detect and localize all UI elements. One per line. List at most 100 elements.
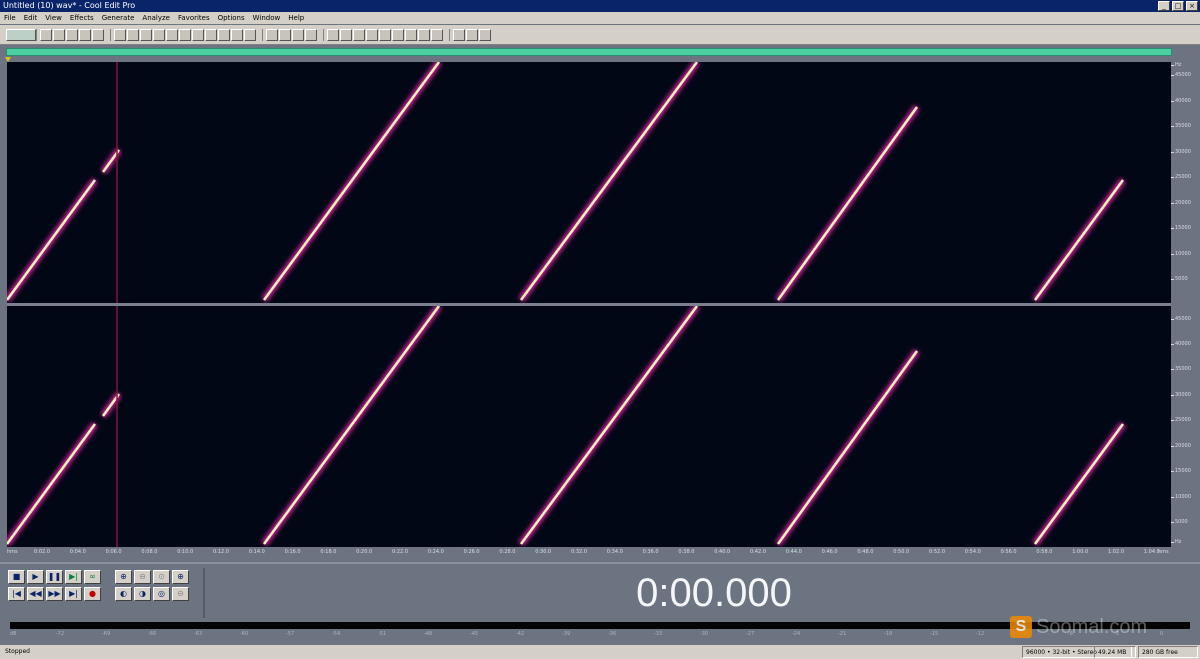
cut-icon[interactable] [179,28,191,41]
time-tick: 0:56.0 [1000,549,1017,555]
grid-view-icon[interactable] [292,28,304,41]
cd-track-icon[interactable] [431,28,443,41]
time-tick: 0:08.0 [141,549,158,555]
help-icon[interactable] [479,28,491,41]
play-to-end-button[interactable]: ▶| [65,570,82,584]
undo-icon[interactable] [114,28,126,41]
time-tick: 0:40.0 [714,549,731,555]
zoom-in-horizontal-button[interactable]: ⊕ [115,570,132,584]
time-tick: 0:04.0 [69,549,86,555]
level-tick: -69 [102,631,111,637]
scientific-filter-icon[interactable] [392,28,404,41]
sweep-line [7,179,97,301]
pause-button[interactable]: ❚❚ [46,570,63,584]
sweep-line [1033,423,1125,545]
menu-favorites[interactable]: Favorites [178,12,210,24]
play-list-icon[interactable] [353,28,365,41]
menu-edit[interactable]: Edit [24,12,38,24]
rewind-button[interactable]: ◀◀ [27,587,44,601]
level-tick: -72 [56,631,65,637]
mix-paste-icon[interactable] [218,28,230,41]
time-tick: 0:24.0 [427,549,444,555]
go-to-end-button[interactable]: ▶| [65,587,82,601]
cue-list-icon[interactable] [340,28,352,41]
sweep-line [776,106,919,301]
time-tick: 0:42.0 [750,549,766,555]
save-icon[interactable] [66,28,78,41]
new-file-icon[interactable] [40,28,52,41]
tools-icon[interactable] [466,28,478,41]
copy-icon[interactable] [153,28,165,41]
time-tick: 0:44.0 [785,549,802,555]
menu-generate[interactable]: Generate [102,12,135,24]
time-tick: 0:48.0 [857,549,874,555]
time-tick: 0:02.0 [34,549,50,555]
settings-icon[interactable] [418,28,430,41]
freq-tick: 5000 [1171,276,1188,282]
watermark: S Soomal.com [1010,614,1147,640]
zoom-full-button[interactable]: ⊙ [153,570,170,584]
overview-bar[interactable] [6,48,1172,56]
zoom-selection-button[interactable]: ◎ [153,587,170,601]
amplitude-statistics-icon[interactable] [379,28,391,41]
freq-tick: 30000 [1171,149,1191,155]
zoom-left-button[interactable]: ◐ [115,587,132,601]
level-tick: -48 [424,631,433,637]
play-button[interactable]: ▶ [27,570,44,584]
time-axis: hms hms 0:02.0 0:04.0 0:06.0 0:08.0 0:10.0 0:… [0,547,1200,557]
level-tick: dB [10,631,17,637]
copy-new-icon[interactable] [166,28,178,41]
waveform-view-icon[interactable] [266,28,278,41]
options-icon[interactable] [453,28,465,41]
spectral-view-icon[interactable] [279,28,291,41]
fast-forward-button[interactable]: ▶▶ [46,587,63,601]
freq-tick: 45000 [1171,72,1191,78]
menu-options[interactable]: Options [218,12,245,24]
multitrack-toggle-button[interactable] [6,28,36,41]
paste-new-icon[interactable] [205,28,217,41]
repeat-icon[interactable] [140,28,152,41]
open-file-icon[interactable] [53,28,65,41]
level-tick: -39 [562,631,571,637]
stop-button[interactable]: ■ [8,570,25,584]
trim-icon[interactable] [231,28,243,41]
delete-silence-icon[interactable] [244,28,256,41]
level-tick: -45 [470,631,479,637]
redo-icon[interactable] [127,28,139,41]
time-tick: 1:00.0 [1072,549,1089,555]
record-button[interactable]: ● [84,587,101,601]
frequency-analysis-icon[interactable] [366,28,378,41]
close-file-icon[interactable] [92,28,104,41]
spectrogram-view[interactable] [7,62,1171,547]
level-tick: -30 [700,631,709,637]
minimize-button[interactable]: _ [1158,1,1170,11]
menu-file[interactable]: File [4,12,16,24]
time-tick: 0:10.0 [177,549,194,555]
go-to-start-button[interactable]: |◀ [8,587,25,601]
menu-help[interactable]: Help [288,12,304,24]
sweep-line [519,62,699,301]
menu-analyze[interactable]: Analyze [142,12,170,24]
menu-window[interactable]: Window [253,12,281,24]
loop-button[interactable]: ∞ [84,570,101,584]
menu-view[interactable]: View [45,12,62,24]
menu-bar: File Edit View Effects Generate Analyze … [0,12,1200,24]
close-button[interactable]: × [1186,1,1198,11]
zoom-out-horizontal-button[interactable]: ⊖ [134,570,151,584]
zoom-right-button[interactable]: ◑ [134,587,151,601]
split-view-icon[interactable] [305,28,317,41]
zoom-out-vertical-button[interactable]: ⊖ [172,587,189,601]
marker-list-icon[interactable] [327,28,339,41]
info-icon[interactable] [405,28,417,41]
status-state: Stopped [5,648,30,655]
paste-icon[interactable] [192,28,204,41]
time-tick: 0:28.0 [499,549,516,555]
time-tick: 0:50.0 [893,549,910,555]
zoom-in-vertical-button[interactable]: ⊕ [172,570,189,584]
maximize-button[interactable]: □ [1172,1,1184,11]
time-tick: 0:58.0 [1036,549,1053,555]
save-as-icon[interactable] [79,28,91,41]
menu-effects[interactable]: Effects [70,12,94,24]
time-tick: 0:46.0 [821,549,838,555]
time-tick: 0:20.0 [356,549,373,555]
